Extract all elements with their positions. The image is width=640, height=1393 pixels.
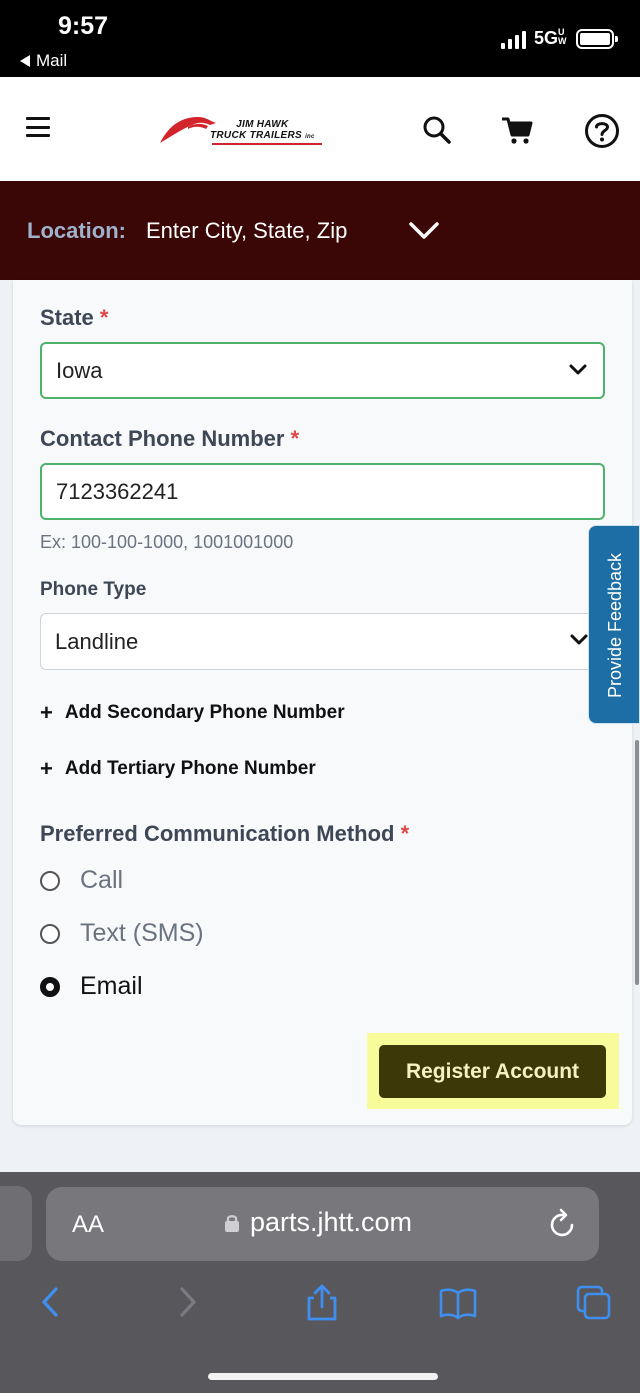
radio-button[interactable] [40, 870, 60, 891]
communication-method-label: Preferred Communication Method * [40, 821, 410, 846]
state-value: Iowa [56, 357, 103, 383]
signal-icon [500, 29, 526, 49]
phone-type-value: Landline [55, 628, 139, 654]
logo-text: JIM HAWK TRUCK TRAILERS inc [210, 119, 315, 141]
back-arrow-icon [20, 55, 30, 67]
provide-feedback-tab[interactable]: Provide Feedback [588, 525, 640, 724]
back-app-label: Mail [36, 51, 68, 70]
chevron-down-icon[interactable] [408, 221, 440, 241]
plus-icon: + [40, 700, 53, 725]
plus-icon: + [40, 756, 53, 781]
scrollbar[interactable] [635, 740, 639, 985]
chevron-down-icon [570, 634, 588, 645]
brand-logo[interactable]: JIM HAWK TRUCK TRAILERS inc [158, 113, 324, 147]
lock-icon [225, 1214, 239, 1232]
add-secondary-phone-label: Add Secondary Phone Number [64, 702, 345, 723]
radio-label: Call [80, 866, 124, 894]
status-indicators: 5GUW [500, 27, 618, 49]
location-input[interactable]: Enter City, State, Zip [146, 218, 347, 244]
phone-format-hint: Ex: 100-100-1000, 1001001000 [40, 532, 294, 552]
url-display[interactable]: parts.jhtt.com [224, 1207, 412, 1238]
state-select[interactable]: Iowa [40, 342, 605, 399]
reader-options-button[interactable]: AA [72, 1211, 104, 1239]
home-indicator [208, 1373, 438, 1380]
location-bar[interactable]: Location: Enter City, State, Zip [0, 181, 640, 280]
back-icon[interactable] [34, 1283, 74, 1323]
radio-label: Email [80, 972, 143, 1000]
add-tertiary-phone-link[interactable]: + Add Tertiary Phone Number [40, 756, 316, 782]
reload-icon[interactable] [548, 1208, 578, 1240]
register-account-button[interactable]: Register Account [379, 1045, 606, 1098]
radio-option-call[interactable]: Call [40, 866, 123, 895]
radio-option-text[interactable]: Text (SMS) [40, 919, 204, 948]
radio-button-selected[interactable] [40, 976, 60, 997]
bookmarks-icon[interactable] [438, 1283, 478, 1323]
help-icon[interactable] [584, 113, 619, 148]
radio-label: Text (SMS) [80, 919, 204, 947]
chevron-down-icon [569, 364, 587, 375]
add-secondary-phone-link[interactable]: + Add Secondary Phone Number [40, 700, 345, 726]
url-text: parts.jhtt.com [250, 1207, 413, 1237]
radio-option-email[interactable]: Email [40, 972, 143, 1001]
menu-icon[interactable] [26, 117, 50, 137]
location-label: Location: [27, 218, 126, 243]
feedback-label: Provide Feedback [604, 552, 625, 699]
phone-type-select[interactable]: Landline [40, 613, 605, 670]
search-icon[interactable] [420, 113, 454, 147]
battery-icon [576, 28, 618, 49]
status-bar: 9:57 Mail 5GUW [0, 0, 640, 77]
contact-phone-value: 7123362241 [56, 478, 179, 504]
contact-phone-input[interactable]: 7123362241 [40, 463, 605, 520]
share-icon[interactable] [302, 1283, 342, 1323]
radio-button[interactable] [40, 923, 60, 944]
cart-icon[interactable] [500, 113, 534, 147]
status-time: 9:57 [58, 12, 109, 40]
network-label: 5GUW [533, 27, 567, 49]
previous-tab-preview[interactable] [0, 1186, 32, 1261]
contact-phone-label: Contact Phone Number * [40, 426, 300, 451]
add-tertiary-phone-label: Add Tertiary Phone Number [64, 758, 316, 779]
tabs-icon[interactable] [574, 1283, 614, 1323]
back-to-mail-link[interactable]: Mail [20, 51, 67, 71]
site-header: JIM HAWK TRUCK TRAILERS inc [0, 77, 640, 181]
phone-type-label: Phone Type [40, 579, 147, 600]
state-label: State * [40, 305, 109, 330]
forward-icon[interactable] [170, 1283, 210, 1323]
